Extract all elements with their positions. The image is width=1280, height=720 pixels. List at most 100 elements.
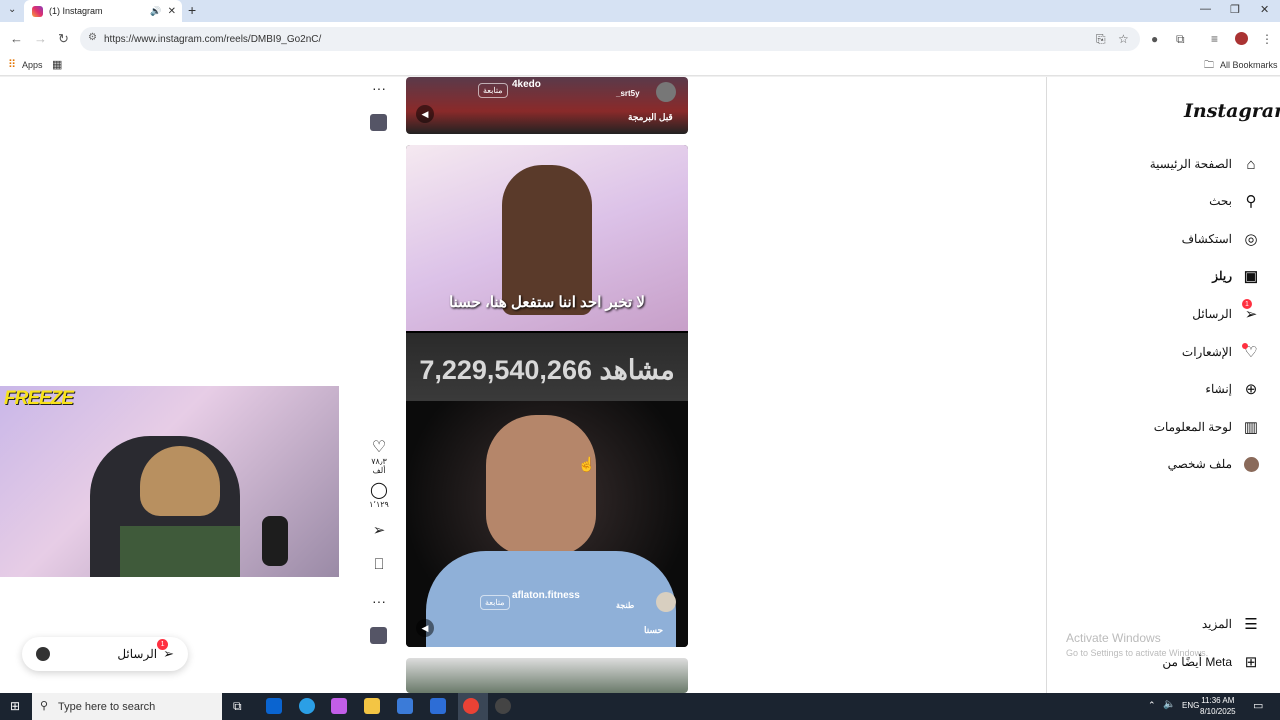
nav-reels[interactable]: ريلز ▣ xyxy=(1110,264,1260,288)
reel-caption: قبل البرمجة xyxy=(628,112,673,122)
reel-username-main[interactable]: aflaton.fitness xyxy=(512,590,580,601)
tab-list-icon[interactable]: ⌄ xyxy=(8,4,16,15)
all-bookmarks-link[interactable]: All Bookmarks xyxy=(1220,60,1278,70)
security-icon[interactable] xyxy=(430,698,446,714)
instagram-logo[interactable]: Instagram xyxy=(1184,100,1280,122)
face-figure xyxy=(486,415,596,555)
follow-button-main[interactable]: متابعة xyxy=(480,595,510,610)
nav-profile[interactable]: ملف شخصي xyxy=(1110,452,1260,476)
bookmark-star-icon[interactable]: ☆ xyxy=(1118,32,1129,46)
windows-start-icon[interactable]: ⊞ xyxy=(10,699,20,713)
restore-button[interactable]: ❐ xyxy=(1230,3,1240,16)
apps-grid-icon[interactable]: ⠿ xyxy=(8,58,16,71)
close-tab-icon[interactable]: ✕ xyxy=(168,6,176,17)
nav-messages[interactable]: الرسائل ➢ 1 xyxy=(1110,299,1260,326)
reel-avatar-main[interactable] xyxy=(656,592,676,612)
store-icon[interactable] xyxy=(397,698,413,714)
search-icon: ⚲ xyxy=(1245,193,1257,210)
nav-search[interactable]: بحث ⚲ xyxy=(1110,189,1260,213)
share-icon[interactable]: ➢ xyxy=(366,521,392,539)
messages-pill-label: الرسائل xyxy=(117,647,158,661)
bookmarks-bar: ⠿ Apps ▦ 🗀 All Bookmarks xyxy=(0,55,1280,76)
chrome-icon[interactable] xyxy=(463,698,479,714)
speaker-icon[interactable]: 🔊 xyxy=(150,6,161,17)
minimize-button[interactable]: — xyxy=(1200,3,1211,15)
hamburger-icon: ☰ xyxy=(1244,616,1258,633)
copilot-icon[interactable] xyxy=(331,698,347,714)
reel-location: طنجة xyxy=(616,601,635,610)
extensions-icon[interactable]: ⧉ xyxy=(1176,32,1185,47)
clock-time: 11:36 AM xyxy=(1201,696,1235,705)
comment-action[interactable]: ◯ ١٬١٢٩ xyxy=(366,480,392,509)
nav-explore[interactable]: استكشاف ◎ xyxy=(1110,227,1260,251)
clock-date: 8/10/2025 xyxy=(1200,707,1236,716)
streamer-shirt-figure xyxy=(120,526,240,577)
mute-icon[interactable]: ◀ xyxy=(416,105,434,123)
nav-home-label: الصفحة الرئيسية xyxy=(1149,157,1232,171)
forward-icon[interactable]: → xyxy=(34,31,47,46)
speaker-tray-icon[interactable]: 🔈 xyxy=(1163,699,1175,710)
nav-notifications-label: الإشعارات xyxy=(1181,345,1232,359)
reel-avatar[interactable] xyxy=(656,82,676,102)
menu-icon[interactable]: ⋮ xyxy=(1261,32,1273,46)
mute-icon-main[interactable]: ◀ xyxy=(416,619,434,637)
nav-meta[interactable]: أيضًا من Meta ⊞ xyxy=(1110,650,1260,674)
taskbar-search-placeholder: Type here to search xyxy=(58,700,156,713)
reload-icon[interactable]: ↻ xyxy=(58,31,69,47)
reel-card-top[interactable]: 4kedo متابعة _srt5y قبل البرمجة ◀ xyxy=(406,77,688,134)
comment-icon[interactable]: ◯ xyxy=(366,480,392,500)
media-control-icon[interactable]: ≡ xyxy=(1211,32,1218,46)
nav-notifications[interactable]: الإشعارات ♡ xyxy=(1110,340,1260,364)
nav-more[interactable]: المزيد ☰ xyxy=(1110,612,1260,636)
outlook-icon[interactable] xyxy=(266,698,282,714)
new-tab-button[interactable]: + xyxy=(188,2,196,18)
heart-icon[interactable]: ♡ xyxy=(366,437,392,457)
audio-thumbnail[interactable] xyxy=(370,627,387,644)
nav-home[interactable]: الصفحة الرئيسية ⌂ xyxy=(1110,152,1260,176)
webcam-overlay: FREEZE xyxy=(0,386,339,577)
reel-card-main[interactable]: لا تخبر احد اننا ستفعل هنا، حسنا 7,229,5… xyxy=(406,145,688,647)
tray-chevron-icon[interactable]: ⌃ xyxy=(1148,700,1156,711)
url-field[interactable]: ⚙ https://www.instagram.com/reels/DMBI9_… xyxy=(80,27,1140,51)
reel-clip-image: لا تخبر احد اننا ستفعل هنا، حسنا xyxy=(406,145,688,331)
folder-icon: 🗀 xyxy=(1204,60,1214,71)
more-options-icon[interactable]: ··· xyxy=(366,593,392,609)
notification-center-icon[interactable]: ▭ xyxy=(1253,699,1263,712)
apps-link[interactable]: Apps xyxy=(22,60,43,70)
like-action[interactable]: ♡ ٧٨٫٣ ألف xyxy=(366,437,392,475)
url-text: https://www.instagram.com/reels/DMBI9_Go… xyxy=(104,33,322,45)
more-options-icon-top[interactable]: ··· xyxy=(366,80,392,96)
edge-icon[interactable] xyxy=(299,698,315,714)
send-icon: ➢ 1 xyxy=(1242,299,1260,323)
nav-reels-label: ريلز xyxy=(1212,269,1232,283)
back-icon[interactable]: ← xyxy=(10,31,23,46)
dashboard-icon: ▥ xyxy=(1243,419,1259,436)
nav-meta-label: أيضًا من Meta xyxy=(1162,655,1232,669)
task-view-icon[interactable]: ⧉ xyxy=(233,699,242,714)
save-icon[interactable]: ⎕ xyxy=(366,556,392,573)
home-icon: ⌂ xyxy=(1246,155,1256,173)
reel-username[interactable]: _srt5y xyxy=(616,89,640,98)
follow-button[interactable]: متابعة xyxy=(478,83,508,98)
messages-pill[interactable]: الرسائل ➢ 1 xyxy=(22,637,188,671)
tab-instagram[interactable]: (1) Instagram 🔊 ✕ xyxy=(24,0,182,22)
audio-thumbnail-top[interactable] xyxy=(370,114,387,131)
nav-create[interactable]: إنشاء ⊕ xyxy=(1110,377,1260,401)
tab-groups-icon[interactable]: ▦ xyxy=(52,58,62,71)
site-info-icon[interactable]: ⚙ xyxy=(88,32,97,43)
view-counter-strip: 7,229,540,266 مشاهد xyxy=(406,333,688,401)
meta-apps-icon: ⊞ xyxy=(1244,654,1258,671)
nav-explore-label: استكشاف xyxy=(1181,232,1232,246)
reel-card-next[interactable] xyxy=(406,658,688,693)
obs-icon[interactable] xyxy=(495,698,511,714)
file-explorer-icon[interactable] xyxy=(364,698,380,714)
taskbar-clock[interactable]: 11:36 AM 8/10/2025 xyxy=(1200,695,1236,717)
close-window-button[interactable]: ✕ xyxy=(1260,3,1269,16)
taskbar-search[interactable]: ⚲ Type here to search xyxy=(32,693,222,720)
nav-dashboard[interactable]: لوحة المعلومات ▥ xyxy=(1110,415,1260,439)
language-indicator[interactable]: ENG xyxy=(1182,701,1199,710)
reel-face-frame xyxy=(406,401,688,647)
extension-circle-icon[interactable]: ● xyxy=(1151,32,1158,46)
install-app-icon[interactable]: ⎘ xyxy=(1096,32,1106,47)
profile-avatar[interactable] xyxy=(1235,32,1248,45)
